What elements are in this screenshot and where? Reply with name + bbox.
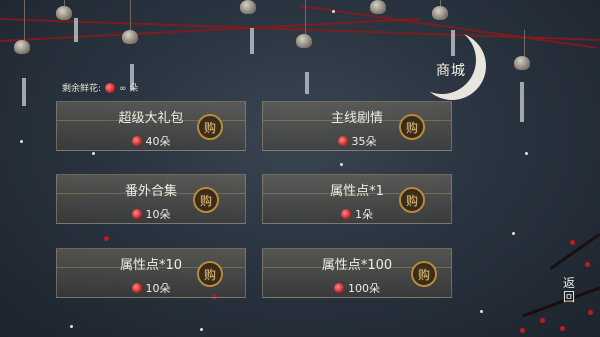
paper-tag	[22, 78, 26, 106]
shop-item-price-value: 40朵	[145, 135, 171, 148]
shop-item-price-value: 35朵	[351, 135, 377, 148]
bell-icon	[296, 34, 312, 48]
buy-button[interactable]: 购	[399, 187, 425, 213]
bell-icon	[56, 6, 72, 20]
paper-tag	[74, 18, 78, 42]
bell-icon	[432, 6, 448, 20]
shop-item-price-value: 10朵	[145, 208, 171, 221]
buy-button[interactable]: 购	[197, 261, 223, 287]
bell-thread	[305, 0, 306, 36]
bell-icon	[122, 30, 138, 44]
shop-item-card[interactable]: 属性点*1 1朵 购	[262, 174, 452, 224]
snowflake	[200, 328, 203, 331]
flower-balance-value: ∞ 朵	[119, 84, 139, 94]
plum-blossom	[588, 310, 593, 315]
plum-blossom	[560, 326, 565, 331]
shop-item-price: 35朵	[263, 133, 451, 149]
buy-button[interactable]: 购	[411, 261, 437, 287]
bell-thread	[130, 0, 131, 30]
snowflake	[480, 310, 483, 313]
rose-icon	[334, 283, 344, 293]
bell-thread	[524, 30, 525, 58]
bell-icon	[514, 56, 530, 70]
shop-item-card[interactable]: 属性点*100 100朵 购	[262, 248, 452, 298]
snowflake	[332, 10, 335, 13]
rose-icon	[341, 209, 351, 219]
shop-item-price-value: 10朵	[145, 282, 171, 295]
shop-title: 商城	[436, 63, 466, 79]
plum-blossom	[520, 328, 525, 333]
rose-icon	[131, 209, 142, 219]
plum-blossom	[570, 240, 575, 245]
snowflake	[70, 325, 73, 328]
rose-icon	[131, 283, 142, 293]
shop-item-price-value: 100朵	[348, 282, 380, 295]
buy-button[interactable]: 购	[197, 114, 223, 140]
plum-blossom	[104, 236, 109, 241]
snowflake	[92, 152, 95, 155]
shop-item-card[interactable]: 番外合集 10朵 购	[56, 174, 246, 224]
flower-balance: 剩余鲜花: ∞ 朵	[62, 81, 138, 94]
paper-tag	[520, 82, 524, 122]
bell-icon	[370, 0, 386, 14]
snowflake	[525, 152, 528, 155]
back-button[interactable]: 返回	[561, 276, 577, 304]
shop-item-price: 1朵	[263, 206, 451, 222]
plum-branch	[549, 233, 600, 270]
bell-icon	[240, 0, 256, 14]
rose-icon	[105, 82, 116, 93]
bell-thread	[24, 0, 25, 40]
paper-tag	[250, 28, 254, 54]
buy-button[interactable]: 购	[399, 114, 425, 140]
snowflake	[512, 232, 515, 235]
snowflake	[340, 163, 343, 166]
shop-item-price: 10朵	[57, 206, 245, 222]
paper-tag	[305, 72, 309, 94]
rose-icon	[131, 136, 142, 146]
shop-item-card[interactable]: 主线剧情 35朵 购	[262, 101, 452, 151]
snowflake	[20, 140, 23, 143]
flower-balance-label: 剩余鲜花:	[62, 84, 102, 94]
plum-blossom	[585, 262, 590, 267]
buy-button[interactable]: 购	[193, 187, 219, 213]
shop-item-price-value: 1朵	[355, 208, 373, 221]
rose-icon	[337, 136, 348, 146]
plum-blossom	[540, 318, 545, 323]
bell-icon	[14, 40, 30, 54]
shop-item-card[interactable]: 属性点*10 10朵 购	[56, 248, 246, 298]
shop-item-card[interactable]: 超级大礼包 40朵 购	[56, 101, 246, 151]
